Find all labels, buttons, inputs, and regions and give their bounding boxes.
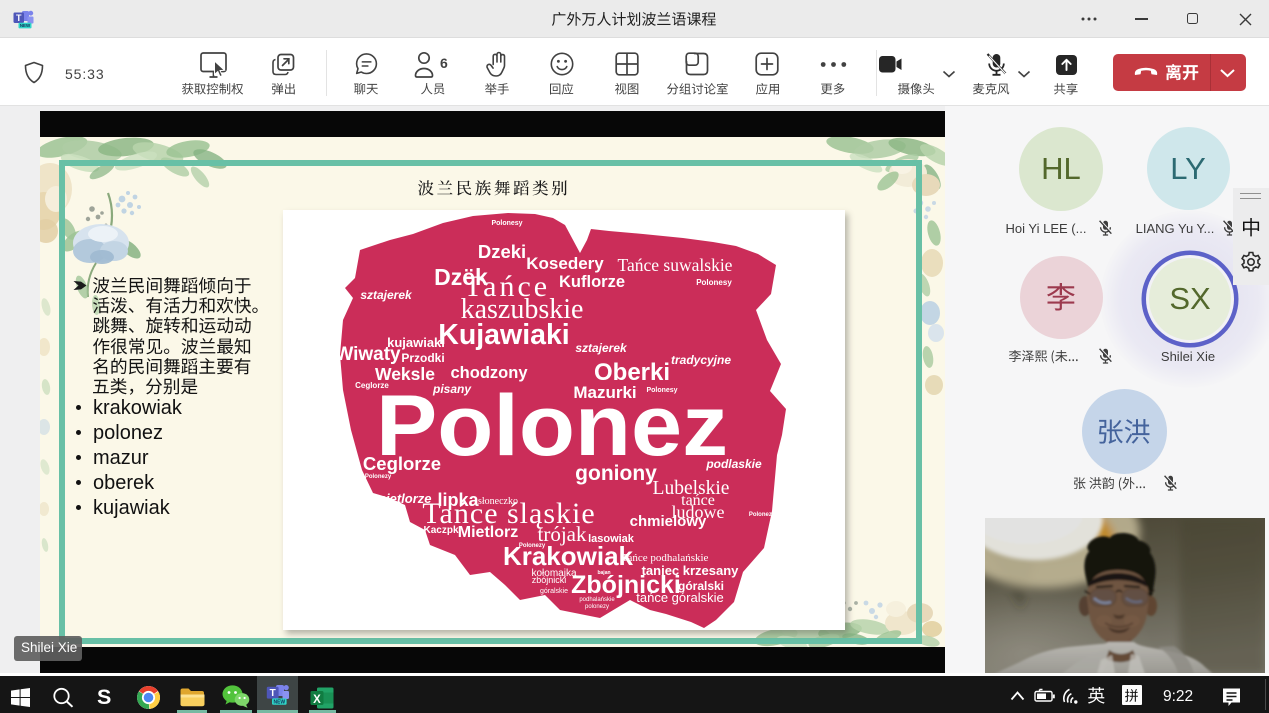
svg-text:Kuflorze: Kuflorze [559, 273, 625, 291]
svg-text:Tańce suwalskie: Tańce suwalskie [618, 255, 733, 275]
svg-text:zbójnicki: zbójnicki [532, 575, 567, 585]
svg-text:X: X [313, 693, 321, 705]
svg-text:Polonesy: Polonesy [491, 220, 522, 227]
svg-text:Przodki: Przodki [401, 351, 444, 365]
svg-text:Ceglorze: Ceglorze [363, 453, 441, 474]
svg-text:Wiwaty: Wiwaty [335, 344, 401, 365]
svg-text:goniony: goniony [575, 462, 657, 485]
svg-text:NEW: NEW [20, 23, 31, 28]
svg-text:Polonezy: Polonezy [365, 474, 392, 480]
svg-text:góralskie: góralskie [540, 588, 568, 595]
svg-text:sztajerek: sztajerek [575, 341, 628, 355]
svg-text:tańce góralskie: tańce góralskie [636, 590, 723, 605]
svg-text:tradycyjne: tradycyjne [671, 353, 731, 367]
svg-text:T: T [16, 13, 22, 23]
svg-text:podhalańskie: podhalańskie [579, 597, 615, 603]
svg-text:chmielowy: chmielowy [630, 513, 707, 530]
svg-text:Polonezy: Polonezy [749, 512, 776, 518]
svg-text:Kujawiaki: Kujawiaki [438, 319, 569, 351]
svg-text:Krakowiak: Krakowiak [503, 541, 634, 571]
svg-text:Polonesy: Polonesy [696, 278, 732, 287]
svg-text:podlaskie: podlaskie [705, 457, 762, 471]
svg-text:T: T [270, 688, 276, 699]
svg-text:sztajerek: sztajerek [360, 288, 413, 302]
svg-text:NEW: NEW [273, 699, 285, 705]
svg-text:polonezy: polonezy [585, 604, 609, 610]
svg-text:Dzeki: Dzeki [478, 241, 526, 262]
